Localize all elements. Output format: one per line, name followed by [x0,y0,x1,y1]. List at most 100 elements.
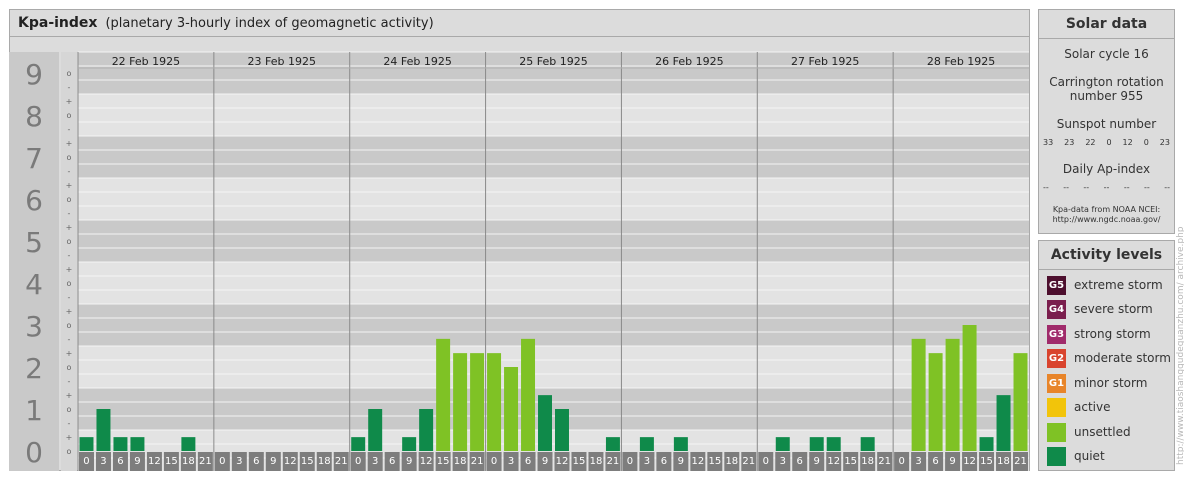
data-credit-line2: http://www.ngdc.noaa.gov/ [1052,215,1161,224]
minor-tick-label: o [67,363,72,372]
interval-start-label: 3 [780,456,786,467]
level-label: minor storm [1074,376,1148,390]
level-label: severe storm [1074,302,1153,316]
minor-tick-label: o [67,195,72,204]
level-active: active [1047,397,1110,417]
day-label: 24 Feb 1925 [383,55,451,68]
kp-bar [351,437,366,451]
day-label: 25 Feb 1925 [519,55,587,68]
interval-start-label: 3 [508,456,514,467]
interval-start-label: 12 [827,456,840,467]
kp-bar [962,325,977,451]
sunspot-value: 0 [1106,138,1112,147]
carrington-rotation-line1: Carrington rotation [1049,75,1164,89]
interval-start-label: 12 [963,456,976,467]
interval-start-label: 9 [814,456,820,467]
interval-start-label: 0 [83,456,89,467]
interval-start-label: 0 [219,456,225,467]
ap-value: -- [1043,183,1049,192]
sunspot-value: 0 [1143,138,1149,147]
minor-tick-label: + [66,139,73,148]
data-credit-line1: Kpa-data from NOAA NCEI: [1052,205,1161,214]
interval-start-label: 15 [980,456,993,467]
kp-bar [96,409,111,451]
ap-value: -- [1063,183,1069,192]
minor-tick-label: + [66,223,73,232]
minor-tick-label: o [67,447,72,456]
ap-value: -- [1083,183,1090,192]
unsettled-swatch [1047,422,1066,442]
kp-band [78,262,1029,304]
ap-index-title: Daily Ap-index [1062,162,1151,176]
interval-start-label: 3 [236,456,242,467]
minor-tick-label: + [66,265,73,274]
g2-swatch: G2 [1047,348,1066,368]
kp-bar [419,409,434,451]
kp-bar [826,437,841,451]
minor-tick-label: o [67,405,72,414]
quiet-swatch [1047,446,1066,466]
interval-start-label: 15 [301,456,314,467]
level-label: moderate storm [1074,351,1171,365]
interval-start-label: 18 [861,456,874,467]
day-label: 23 Feb 1925 [248,55,316,68]
minor-tick-label: - [68,125,71,134]
interval-start-label: 9 [134,456,140,467]
y-tick-label: 3 [25,310,43,343]
minor-tick-label: - [68,335,71,344]
level-label: active [1074,400,1111,414]
interval-start-label: 6 [525,456,531,467]
interval-start-label: 6 [117,456,123,467]
kp-band [78,304,1029,346]
interval-start-label: 21 [742,456,755,467]
interval-start-label: 0 [763,456,769,467]
interval-start-label: 21 [335,456,348,467]
interval-start-label: 3 [100,456,106,467]
interval-start-label: 15 [573,456,586,467]
interval-start-label: 21 [1014,456,1027,467]
level-moderate-storm: G2 moderate storm [1047,348,1171,368]
y-tick-label: 9 [25,58,43,91]
kp-bar [181,437,196,451]
interval-start-label: 6 [389,456,395,467]
interval-start-label: 0 [491,456,497,467]
level-severe-storm: G4 severe storm [1047,299,1153,319]
interval-start-label: 18 [725,456,738,467]
minor-tick-label: - [68,293,71,302]
interval-start-label: 12 [420,456,433,467]
ap-value: -- [1144,183,1150,192]
y-tick-label: 7 [25,142,43,175]
chart-title: Kpa-index [18,15,98,31]
level-quiet: quiet [1047,446,1105,466]
sunspot-values: 33 23 22 0 12 0 23 [1043,138,1170,147]
kp-bar [470,353,485,451]
ap-value: -- [1103,183,1110,192]
day-label: 27 Feb 1925 [791,55,859,68]
kp-band [78,136,1029,178]
solar-data-title: Solar data [1039,10,1174,39]
kp-bar [504,367,519,451]
interval-start-label: 18 [454,456,467,467]
kp-bar [79,437,94,451]
minor-tick-label: + [66,433,73,442]
interval-start-label: 21 [471,456,484,467]
minor-tick-label: + [66,349,73,358]
minor-tick-label: o [67,237,72,246]
minor-tick-label: o [67,321,72,330]
minor-tick-label: + [66,97,73,106]
kp-bar [130,437,145,451]
interval-start-label: 15 [437,456,450,467]
day-label: 28 Feb 1925 [927,55,995,68]
y-tick-label: 0 [25,436,43,469]
interval-start-label: 6 [932,456,938,467]
level-extreme-storm: G5 extreme storm [1047,275,1163,295]
solar-cycle: Solar cycle 16 [1064,47,1149,61]
kp-bar [436,338,451,451]
interval-start-label: 18 [318,456,331,467]
kp-bar [113,437,128,451]
interval-start-label: 18 [182,456,195,467]
interval-start-label: 6 [661,456,667,467]
interval-start-label: 12 [691,456,704,467]
kp-band [78,388,1029,430]
carrington-rotation-line2: number 955 [1069,89,1144,103]
